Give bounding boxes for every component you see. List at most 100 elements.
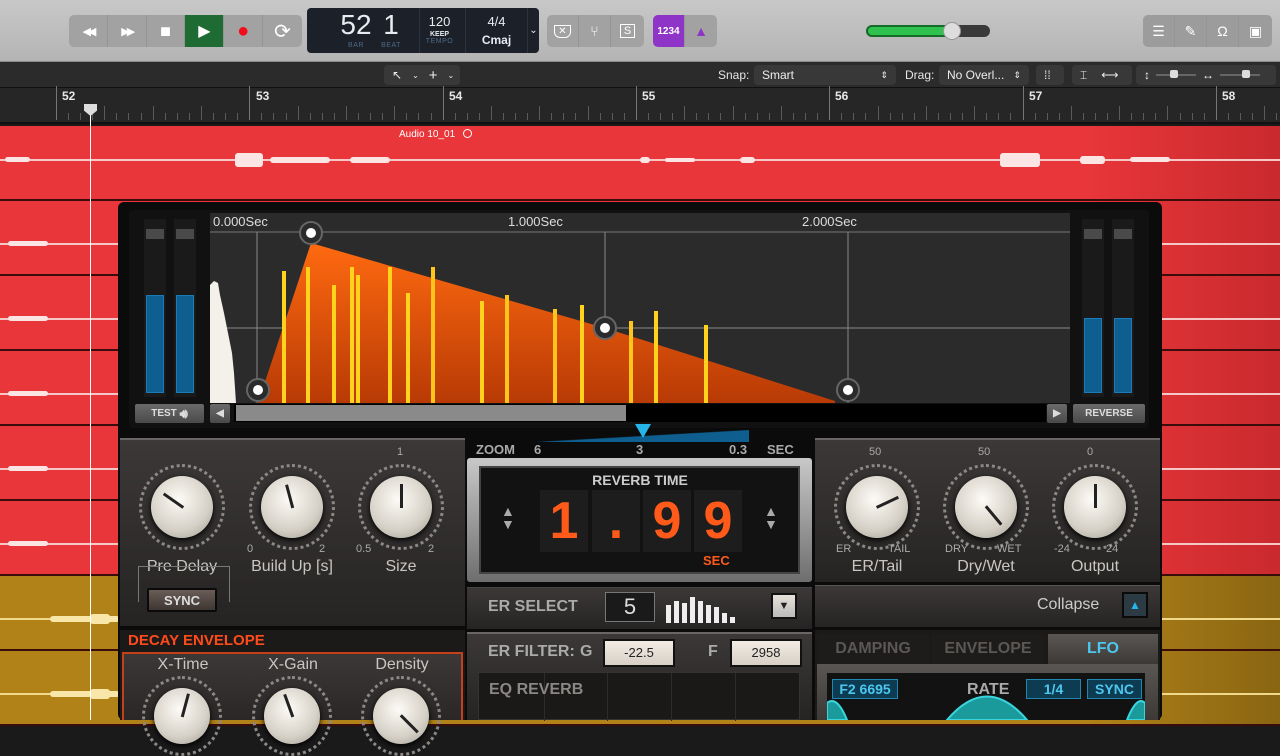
ruler-tick: [527, 113, 529, 120]
region-name[interactable]: Audio 10_01: [399, 129, 455, 140]
loop-icon: Ω: [1217, 23, 1228, 39]
reverse-button[interactable]: REVERSE: [1073, 404, 1145, 423]
tab-label: DAMPING: [835, 640, 911, 657]
x-time-knob[interactable]: [154, 688, 210, 744]
ruler-tick: [418, 113, 420, 120]
playhead[interactable]: [90, 106, 91, 720]
ruler-tick: [56, 86, 57, 120]
horizontal-fit-icon[interactable]: ⟷: [1101, 68, 1118, 82]
crosshair-tool-icon[interactable]: +: [429, 67, 438, 84]
scroll-left-button[interactable]: ◀: [210, 404, 230, 423]
x-gain-knob[interactable]: [264, 688, 320, 744]
knob-pointer: [1093, 484, 1097, 508]
list-editors-button[interactable]: ☰: [1143, 15, 1175, 47]
pointer-tool-icon[interactable]: ↖: [392, 68, 402, 82]
vertical-zoom-slider[interactable]: [1156, 70, 1196, 78]
size-knob[interactable]: [370, 476, 432, 538]
ruler-tick: [877, 106, 879, 120]
ruler-tick: [225, 113, 227, 120]
er-pattern-bar: [714, 607, 719, 623]
ruler-tick: [152, 106, 154, 120]
input-meter-right: [174, 219, 196, 397]
stop-icon: ■: [160, 20, 171, 41]
audio-track-region[interactable]: [0, 126, 1280, 201]
horizontal-zoom-slider[interactable]: [1220, 70, 1260, 78]
timeline-ruler[interactable]: 52 53 54 55 56 57 58: [0, 86, 1280, 124]
ruler-tick: [708, 113, 710, 120]
media-browser-button[interactable]: ▣: [1239, 15, 1272, 47]
ruler-tick: [805, 113, 807, 120]
test-button[interactable]: TEST 🔊︎: [135, 404, 204, 423]
count-in-button[interactable]: 1234: [653, 15, 685, 47]
collapse-button[interactable]: ▲: [1122, 592, 1148, 618]
cycle-button[interactable]: ⟳: [263, 15, 302, 47]
reverb-time-stepper-left[interactable]: ▲ ▼: [501, 504, 515, 531]
early-reflection-bar: [629, 321, 633, 403]
tab-envelope[interactable]: ENVELOPE: [932, 634, 1044, 664]
er-pattern-bar: [706, 605, 711, 623]
density-knob[interactable]: [373, 688, 429, 744]
er-tail-max-label: TAIL: [888, 543, 911, 555]
replace-button[interactable]: ✕: [547, 15, 579, 47]
drag-select[interactable]: No Overl... ⇕: [939, 65, 1029, 85]
control-bar: ◀◀ ▶▶ ■ ▶ ● ⟳ 52 BAR 1 BEAT 120 KEEP TEM…: [0, 0, 1280, 62]
time-label: 2.000Sec: [802, 214, 857, 229]
lfo-sync-button[interactable]: SYNC: [1087, 679, 1142, 699]
tab-damping[interactable]: DAMPING: [817, 634, 929, 664]
envelope-graph[interactable]: [210, 213, 1070, 403]
triangle-up-icon: ▲: [1129, 598, 1141, 612]
ruler-tick: [1239, 113, 1241, 120]
stop-button[interactable]: ■: [147, 15, 186, 47]
ruler-tick: [696, 113, 698, 120]
snap-select[interactable]: Smart ⇕: [754, 65, 896, 85]
fast-forward-button[interactable]: ▶▶: [108, 15, 147, 47]
scroll-right-button[interactable]: ▶: [1047, 404, 1067, 423]
dry-wet-knob[interactable]: [955, 476, 1017, 538]
tuner-button[interactable]: ⑂: [579, 15, 611, 47]
er-select-value[interactable]: 5: [605, 592, 655, 622]
tab-lfo[interactable]: LFO: [1048, 634, 1158, 664]
er-tail-knob[interactable]: [846, 476, 908, 538]
waveform-peak: [90, 688, 110, 699]
play-icon: ▶: [198, 23, 211, 40]
master-volume-slider[interactable]: [866, 25, 990, 37]
lfo-rate-field[interactable]: 1/4: [1026, 679, 1081, 699]
ruler-tick: [128, 113, 130, 120]
ruler-tick: [660, 113, 662, 120]
chevron-down-icon[interactable]: ⌄: [412, 71, 419, 80]
scrollbar-thumb[interactable]: [236, 405, 626, 421]
display-scrollbar[interactable]: [234, 404, 1046, 422]
ruler-tick: [200, 106, 202, 120]
er-filter-freq-field[interactable]: 2958: [730, 639, 802, 667]
vertical-fit-icon[interactable]: ⌶: [1080, 68, 1087, 83]
rewind-button[interactable]: ◀◀: [69, 15, 108, 47]
ruler-tick: [442, 86, 444, 120]
solo-button[interactable]: S: [611, 15, 644, 47]
record-button[interactable]: ●: [224, 15, 264, 47]
er-filter-gain-field[interactable]: -22.5: [603, 639, 675, 667]
ruler-tick: [1191, 113, 1193, 120]
master-volume-handle[interactable]: [943, 22, 961, 40]
chevron-down-icon[interactable]: ⌄: [448, 71, 455, 80]
ruler-tick: [176, 113, 178, 120]
er-select-dropdown[interactable]: ▼: [771, 593, 797, 619]
ruler-tick: [575, 113, 577, 120]
ruler-tick: [635, 86, 637, 120]
waveform-peak: [270, 156, 330, 163]
lcd-menu-chevron-icon[interactable]: ⌄: [527, 8, 539, 53]
output-knob[interactable]: [1064, 476, 1126, 538]
metronome-button[interactable]: ▲: [685, 15, 717, 47]
waveform-zoom-button[interactable]: ⁞⁞: [1036, 65, 1064, 85]
reverb-time-stepper-right[interactable]: ▲ ▼: [764, 504, 778, 531]
loop-browser-button[interactable]: Ω: [1207, 15, 1239, 47]
ruler-tick: [1082, 113, 1084, 120]
note-pad-button[interactable]: ✎: [1175, 15, 1207, 47]
build-up-knob[interactable]: [261, 476, 323, 538]
er-pattern-bar: [666, 605, 671, 623]
lcd-display[interactable]: 52 BAR 1 BEAT 120 KEEP TEMPO 4/4 Cmaj ⌄: [307, 8, 539, 53]
ruler-tick: [1107, 113, 1109, 120]
play-button[interactable]: ▶: [185, 15, 225, 47]
pre-delay-sync-button[interactable]: SYNC: [147, 588, 217, 612]
pre-delay-knob[interactable]: [151, 476, 213, 538]
ruler-tick: [551, 113, 553, 120]
